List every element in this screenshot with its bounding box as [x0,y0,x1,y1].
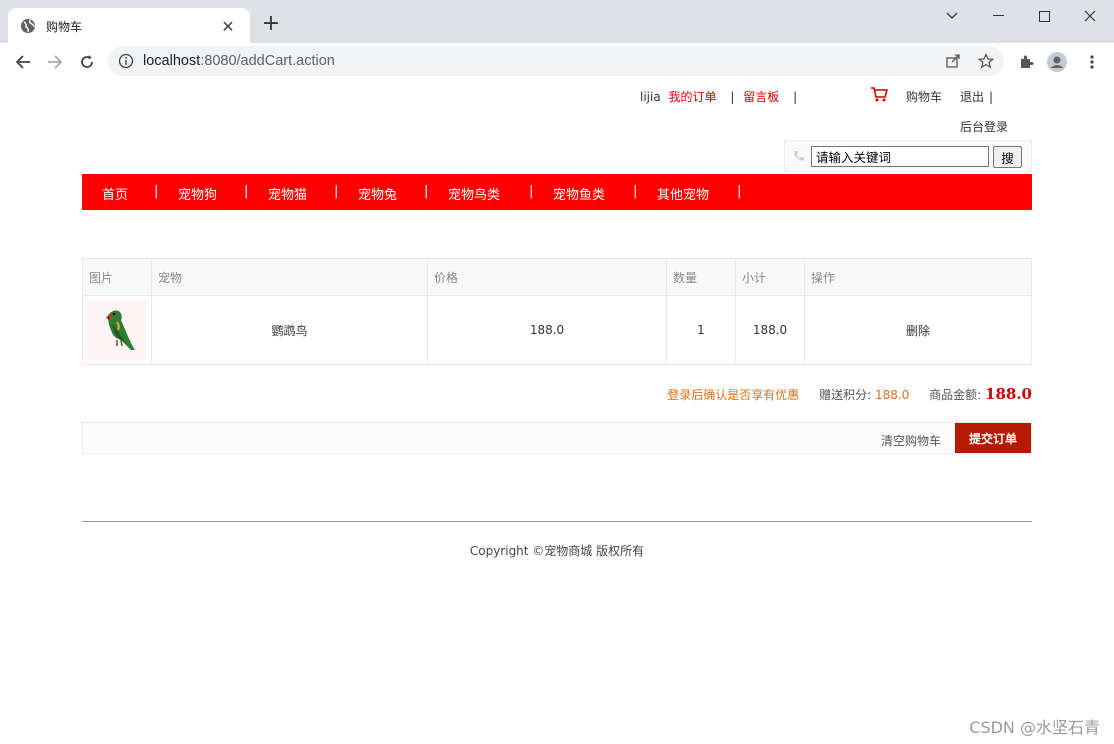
subtotal-cell: 188.0 [735,295,805,365]
reload-icon[interactable] [74,49,100,75]
search-button[interactable]: 搜 [993,146,1022,168]
watermark: CSDN @水坚石青 [969,718,1100,737]
cart-table: 图片 宠物 价格 数量 小计 操作 鹦鹉鸟 188.0 1 188.0 删除 [82,258,1032,365]
maximize-icon[interactable] [1021,0,1067,32]
nav-separator: | [244,184,249,199]
nav-separator: | [154,184,159,199]
tab-title: 购物车 [46,19,83,34]
nav-separator: | [737,184,742,199]
column-header-subtotal: 小计 [735,258,805,296]
url-text: localhost:8080/addCart.action [143,53,335,69]
user-links: lijia 我的订单 | 留言板 | [640,88,802,105]
cart-action-bar: 清空购物车 提交订单 [82,422,1032,454]
extensions-icon[interactable] [1016,52,1036,72]
username: lijia [640,90,661,104]
column-header-price: 价格 [427,258,667,296]
bookmark-star-icon[interactable] [977,52,995,70]
cart-summary: 登录后确认是否享有优惠 赠送积分: 188.0 商品金额: 188.0 [0,385,1032,403]
total-label: 商品金额: [929,388,982,402]
nav-item-rabbits[interactable]: 宠物兔 [358,184,397,203]
nav-item-birds[interactable]: 宠物鸟类 [448,184,500,203]
login-discount-note: 登录后确认是否享有优惠 [667,388,800,402]
phone-icon [793,150,805,162]
separator: | [730,90,735,104]
tab-search-icon[interactable] [929,0,975,32]
my-orders-link[interactable]: 我的订单 [669,90,717,104]
quantity-cell: 1 [666,295,736,365]
site-info-icon[interactable] [118,53,134,69]
table-row: 鹦鹉鸟 188.0 1 188.0 删除 [82,295,1032,365]
nav-item-other[interactable]: 其他宠物 [657,184,709,203]
search-input[interactable] [811,146,989,167]
nav-item-cats[interactable]: 宠物猫 [268,184,307,203]
price-cell: 188.0 [427,295,667,365]
profile-avatar-icon[interactable] [1047,52,1067,72]
shopping-cart-icon[interactable] [870,86,889,102]
nav-item-fish[interactable]: 宠物鱼类 [553,184,605,203]
column-header-action: 操作 [804,258,1032,296]
page: lijia 我的订单 | 留言板 | 购物车 退出| 后台登录 搜 首页 | 宠… [0,80,1114,744]
pet-name-cell: 鹦鹉鸟 [151,295,428,365]
total-amount: 188.0 [985,385,1032,403]
browser-toolbar: localhost:8080/addCart.action [0,43,1114,80]
nav-separator: | [529,184,534,199]
cart-link[interactable]: 购物车 [906,88,942,105]
pet-image-cell [82,295,152,365]
nav-item-dogs[interactable]: 宠物狗 [178,184,217,203]
column-header-image: 图片 [82,258,152,296]
nav-separator: | [633,184,638,199]
browser-chrome: 购物车 ✕ + localhost:8080/addCart.action [0,0,1114,80]
action-cell: 删除 [804,295,1032,365]
address-bar[interactable]: localhost:8080/addCart.action [108,46,1004,76]
column-header-pet: 宠物 [151,258,428,296]
submit-order-button[interactable]: 提交订单 [955,423,1031,453]
separator: | [793,90,798,104]
forward-icon[interactable] [42,49,68,75]
logout-link[interactable]: 退出 | [960,88,998,105]
main-nav: 首页 | 宠物狗 | 宠物猫 | 宠物兔 | 宠物鸟类 | 宠物鱼类 | 其他宠… [82,174,1032,210]
close-tab-icon[interactable]: ✕ [218,17,238,36]
browser-menu-icon[interactable] [1082,52,1102,72]
footer-divider [82,521,1032,522]
globe-icon [20,18,36,34]
nav-separator: | [424,184,429,199]
clear-cart-link[interactable]: 清空购物车 [881,432,941,449]
nav-separator: | [334,184,339,199]
search-box: 搜 [784,140,1032,172]
points-label: 赠送积分: [819,388,872,402]
message-board-link[interactable]: 留言板 [743,90,779,104]
minimize-icon[interactable] [975,0,1021,32]
admin-login-link[interactable]: 后台登录 [960,118,1008,135]
new-tab-icon[interactable]: + [258,12,284,38]
browser-tab[interactable]: 购物车 ✕ [8,8,250,44]
copyright-text: Copyright ©宠物商城 版权所有 [469,544,645,558]
table-header-row: 图片 宠物 价格 数量 小计 操作 [82,258,1032,296]
points-value: 188.0 [874,388,910,402]
nav-item-home[interactable]: 首页 [102,184,128,203]
window-close-icon[interactable] [1067,0,1113,32]
back-icon[interactable] [10,49,36,75]
delete-link[interactable]: 删除 [906,324,930,338]
column-header-quantity: 数量 [666,258,736,296]
share-icon[interactable] [944,52,962,70]
parrot-image[interactable] [87,300,147,360]
